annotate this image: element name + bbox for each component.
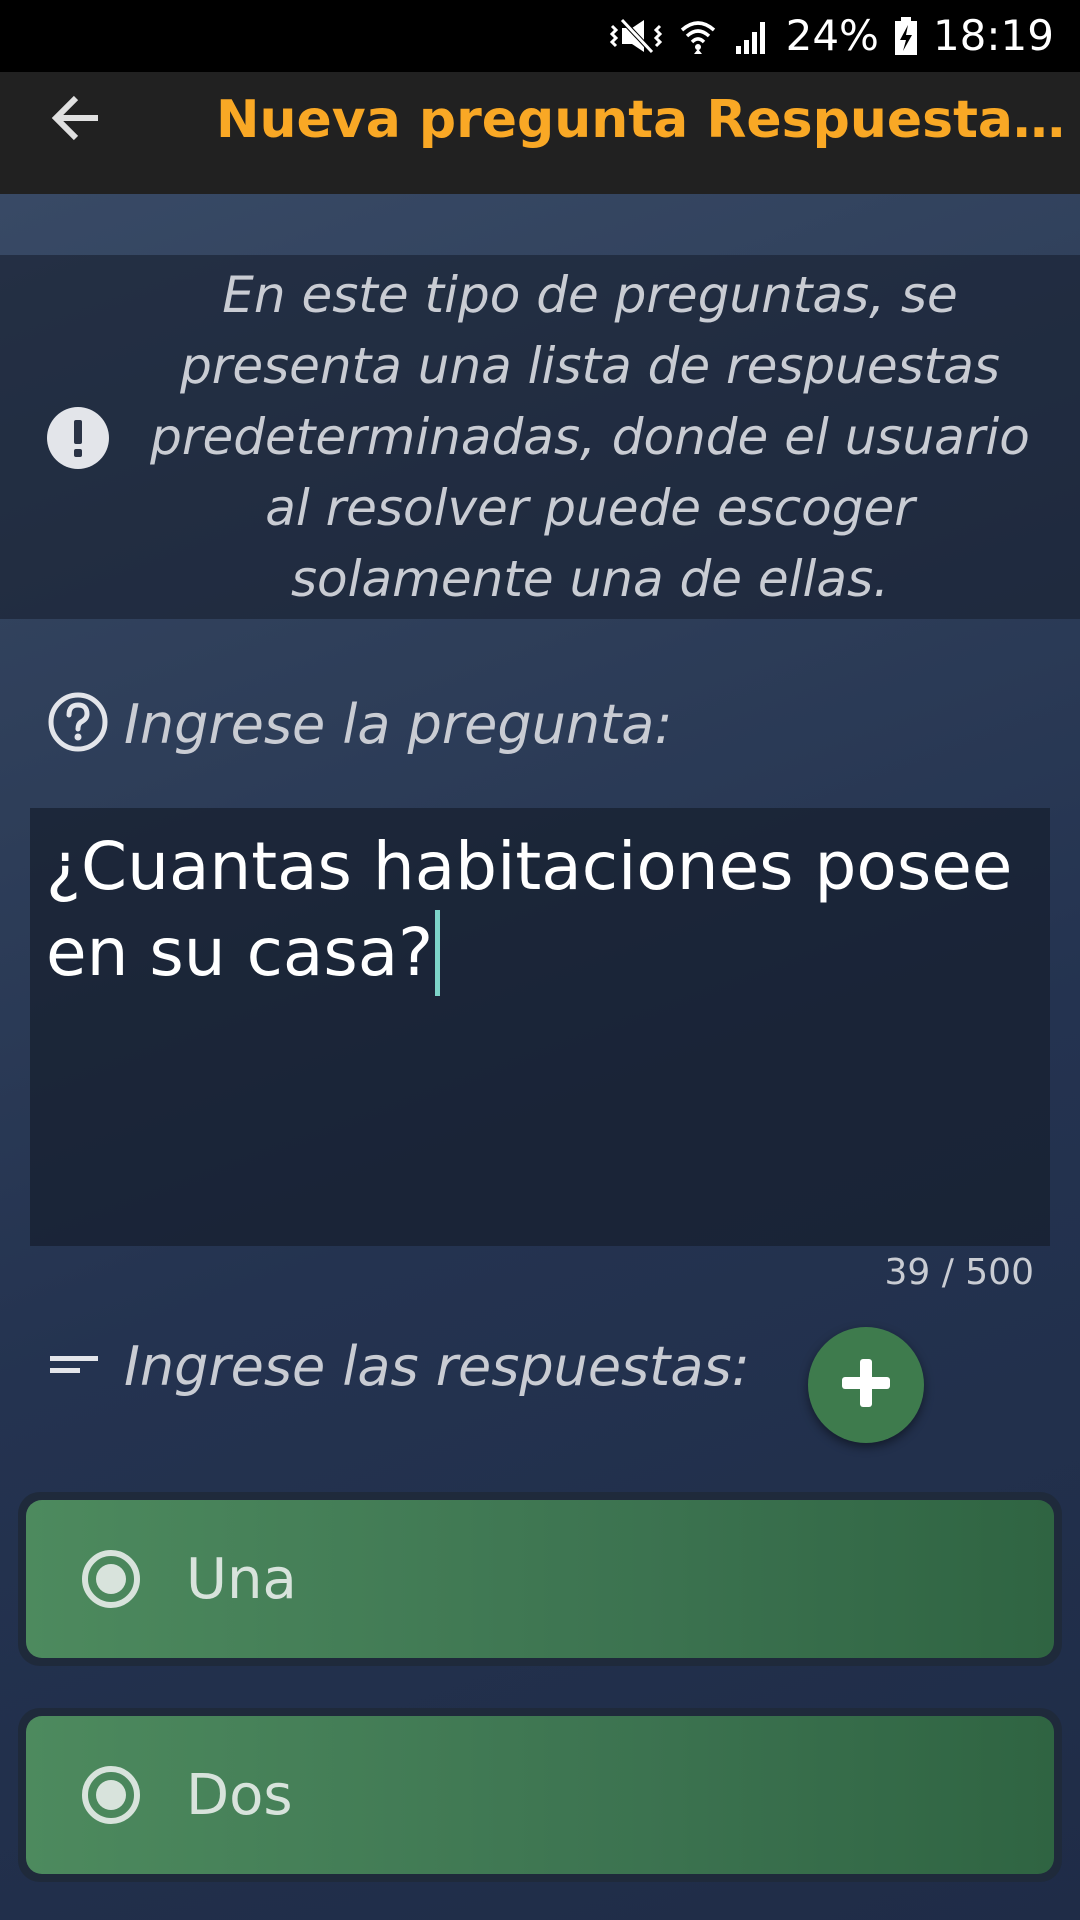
help-circle-icon [46, 690, 110, 759]
answer-option[interactable]: Dos [18, 1708, 1062, 1882]
app-bar: Nueva pregunta Respuesta Única [0, 72, 1080, 194]
answers-label: Ingrese las respuestas: [124, 1335, 750, 1398]
radio-checked-icon[interactable] [82, 1766, 140, 1824]
answer-option[interactable]: Una [18, 1492, 1062, 1666]
answer-label: Una [186, 1546, 297, 1612]
info-text: En este tipo de preguntas, se presenta u… [150, 265, 1030, 608]
question-label-row: Ingrese la pregunta: [46, 690, 673, 759]
wifi-icon [678, 16, 718, 56]
info-banner: En este tipo de preguntas, se presenta u… [0, 255, 1080, 619]
add-answer-button[interactable] [808, 1327, 924, 1443]
radio-dot [96, 1780, 126, 1810]
question-value: ¿Cuantas habitaciones posee en su casa? [46, 828, 1013, 991]
arrow-left-icon [48, 90, 104, 151]
answers-label-row: Ingrese las respuestas: [46, 1335, 750, 1398]
page-title: Nueva pregunta Respuesta Única [216, 90, 1066, 150]
question-label: Ingrese la pregunta: [124, 693, 673, 756]
exclamation-icon [46, 406, 110, 475]
text-cursor [435, 910, 441, 996]
answer-option-body: Una [26, 1500, 1054, 1658]
signal-icon [732, 16, 772, 56]
answer-option-body: Dos [26, 1716, 1054, 1874]
answer-label: Dos [186, 1762, 293, 1828]
question-input[interactable]: ¿Cuantas habitaciones posee en su casa? [30, 808, 1050, 1246]
radio-checked-icon[interactable] [82, 1550, 140, 1608]
clock: 18:19 [932, 11, 1054, 60]
short-text-icon [46, 1344, 102, 1389]
vibrate-mute-icon [608, 16, 664, 56]
radio-dot [96, 1564, 126, 1594]
character-counter: 39 / 500 [884, 1252, 1034, 1293]
status-icons: 24% 18:19 [608, 0, 1080, 72]
battery-percent: 24% [785, 11, 879, 60]
battery-charging-icon [893, 16, 919, 56]
plus-icon [838, 1355, 894, 1416]
back-button[interactable] [40, 84, 112, 156]
status-bar: 24% 18:19 [0, 0, 1080, 72]
